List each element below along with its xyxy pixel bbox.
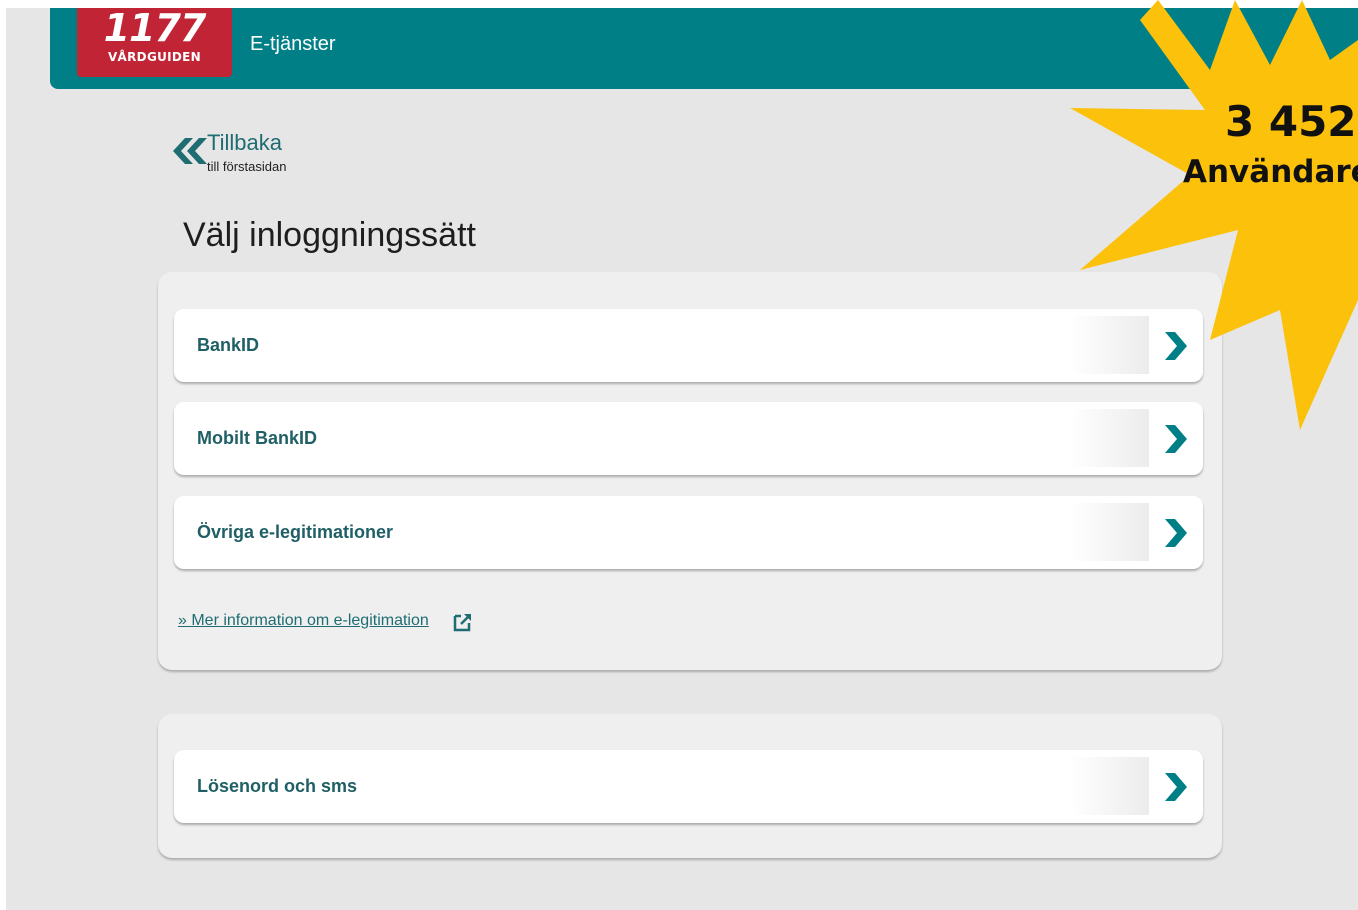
option-fade xyxy=(1069,409,1149,467)
header-title: E-tjänster xyxy=(250,33,336,55)
login-option-mobilt-bankid[interactable]: Mobilt BankID xyxy=(174,402,1203,475)
login-options-panel: BankID Mobilt BankID Övriga e-legitimati… xyxy=(158,272,1222,670)
external-link-icon[interactable] xyxy=(453,612,473,632)
chevron-right-icon xyxy=(1165,773,1187,801)
option-fade xyxy=(1069,757,1149,815)
logo-1177-vardguiden[interactable]: 1177 VÅRDGUIDEN xyxy=(77,8,232,77)
chevron-right-icon xyxy=(1165,332,1187,360)
double-chevron-left-icon xyxy=(173,138,207,164)
option-label: Lösenord och sms xyxy=(197,776,358,796)
logo-text: VÅRDGUIDEN xyxy=(107,50,202,64)
back-link[interactable]: Tillbaka till förstasidan xyxy=(165,130,365,178)
viewport: E-tjänster 1177 VÅRDGUIDEN Tillbaka till… xyxy=(0,0,1358,910)
page-title: Välj inloggningssätt xyxy=(183,216,476,254)
option-fade xyxy=(1069,503,1149,561)
login-option-bankid[interactable]: BankID xyxy=(174,309,1203,382)
more-info-link[interactable]: » Mer information om e-legitimation xyxy=(178,612,429,630)
login-option-ovriga-e-legitimationer[interactable]: Övriga e-legitimationer xyxy=(174,496,1203,569)
password-panel: Lösenord och sms xyxy=(158,714,1222,858)
option-label: Mobilt BankID xyxy=(197,428,317,448)
login-option-losenord-och-sms[interactable]: Lösenord och sms xyxy=(174,750,1203,823)
option-fade xyxy=(1069,316,1149,374)
back-subtitle: till förstasidan xyxy=(207,159,287,174)
header-bar: E-tjänster xyxy=(50,8,1358,89)
chevron-right-icon xyxy=(1165,519,1187,547)
chevron-right-icon xyxy=(1165,425,1187,453)
back-title: Tillbaka xyxy=(207,130,282,155)
option-label: BankID xyxy=(197,335,260,355)
logo-number: 1177 xyxy=(103,6,207,50)
option-label: Övriga e-legitimationer xyxy=(197,522,394,542)
